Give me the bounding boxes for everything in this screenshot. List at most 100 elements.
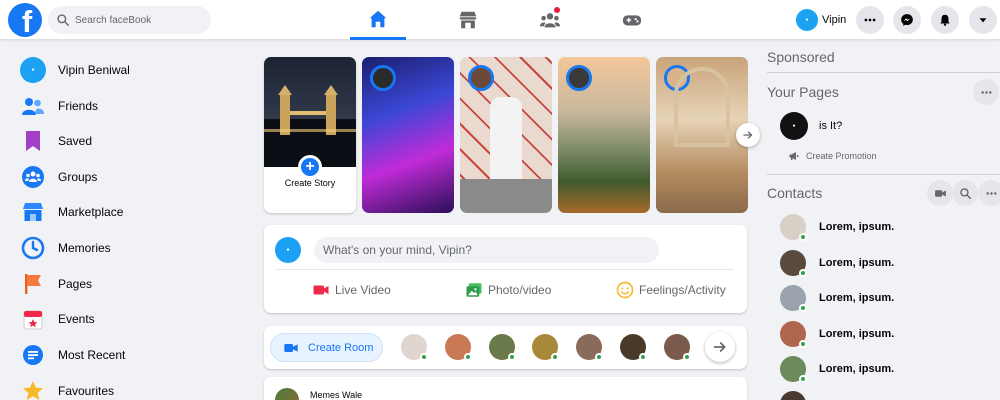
online-indicator bbox=[799, 304, 807, 312]
page-name[interactable]: is It? bbox=[819, 120, 842, 132]
story-card[interactable] bbox=[460, 57, 552, 213]
create-story-label: Create Story bbox=[284, 178, 336, 188]
search-box[interactable] bbox=[48, 6, 211, 34]
clock-icon bbox=[21, 236, 45, 260]
photo-video-button[interactable]: Photo/video bbox=[465, 279, 551, 301]
create-room-label: Create Room bbox=[308, 341, 374, 354]
profile-avatar: ● bbox=[20, 57, 46, 83]
create-room-button[interactable]: Create Room bbox=[270, 333, 383, 362]
sidebar-item-profile[interactable]: ● Vipin Beniwal bbox=[20, 55, 130, 85]
tab-marketplace[interactable] bbox=[440, 0, 496, 40]
flag-icon bbox=[25, 274, 41, 294]
sidebar-item-events[interactable]: Events bbox=[20, 304, 95, 334]
sidebar-item-groups[interactable]: Groups bbox=[20, 162, 97, 192]
contact-name: Lorem, ipsum. bbox=[819, 257, 895, 269]
sidebar-item-memories[interactable]: Memories bbox=[20, 233, 111, 263]
add-story-button[interactable]: + bbox=[298, 155, 322, 179]
room-friend-avatar[interactable] bbox=[576, 334, 603, 361]
feed-post: Memes Wale bbox=[264, 377, 747, 400]
sponsored-heading: Sponsored bbox=[767, 49, 835, 65]
room-friend-avatar[interactable] bbox=[489, 334, 516, 361]
pages-options-button[interactable] bbox=[973, 79, 999, 105]
online-indicator bbox=[799, 269, 807, 277]
contacts-options-button[interactable] bbox=[978, 180, 1000, 206]
contact-item[interactable]: Lorem, ipsum. bbox=[780, 284, 894, 312]
rooms-next-button[interactable] bbox=[705, 332, 735, 362]
sidebar-item-friends[interactable]: Friends bbox=[20, 91, 98, 121]
online-indicator bbox=[420, 353, 428, 361]
page-avatar[interactable]: ● bbox=[780, 112, 808, 140]
avatar: ● bbox=[275, 237, 301, 263]
recent-icon bbox=[23, 345, 43, 365]
more-dots-icon bbox=[864, 18, 876, 22]
story-photo bbox=[264, 57, 356, 167]
facebook-logo[interactable]: f bbox=[8, 3, 42, 37]
account-button[interactable] bbox=[969, 6, 997, 34]
story-card[interactable] bbox=[362, 57, 454, 213]
story-card[interactable] bbox=[558, 57, 650, 213]
megaphone-icon bbox=[789, 152, 799, 160]
video-camera-icon bbox=[934, 189, 946, 197]
contact-item[interactable] bbox=[780, 390, 806, 400]
create-promotion-link[interactable]: Create Promotion bbox=[788, 150, 877, 162]
status-input[interactable]: What's on your mind, Vipin? bbox=[314, 237, 659, 263]
create-promotion-label: Create Promotion bbox=[806, 151, 877, 161]
story-card[interactable] bbox=[656, 57, 748, 213]
sidebar-item-pages[interactable]: Pages bbox=[20, 269, 92, 299]
bridge-image bbox=[264, 85, 356, 167]
online-indicator bbox=[551, 353, 559, 361]
post-author[interactable]: Memes Wale bbox=[310, 390, 362, 400]
contact-item[interactable]: Lorem, ipsum. bbox=[780, 213, 894, 241]
divider bbox=[767, 72, 1000, 73]
room-friend-avatar[interactable] bbox=[532, 334, 559, 361]
room-friend-avatar[interactable] bbox=[620, 334, 647, 361]
sidebar-item-label: Saved bbox=[58, 134, 93, 148]
sidebar-item-most-recent[interactable]: Most Recent bbox=[20, 340, 125, 370]
bookmark-icon bbox=[26, 131, 40, 151]
create-story-card[interactable]: + Create Story bbox=[264, 57, 356, 213]
avatar bbox=[370, 65, 396, 91]
live-video-button[interactable]: Live Video bbox=[312, 279, 391, 301]
divider bbox=[275, 269, 734, 270]
tab-gaming[interactable] bbox=[604, 0, 660, 40]
avatar bbox=[780, 285, 807, 312]
sidebar-item-label: Memories bbox=[58, 241, 111, 255]
avatar[interactable] bbox=[275, 388, 299, 400]
notification-dot bbox=[554, 7, 560, 13]
menu-button[interactable] bbox=[856, 6, 884, 34]
online-indicator bbox=[799, 340, 807, 348]
tab-groups[interactable] bbox=[522, 0, 578, 40]
profile-chip[interactable]: ● Vipin bbox=[792, 6, 850, 34]
contact-item[interactable]: Lorem, ipsum. bbox=[780, 355, 894, 383]
avatar bbox=[780, 321, 807, 348]
friends-icon bbox=[22, 98, 44, 115]
search-input[interactable] bbox=[75, 14, 205, 26]
ground bbox=[460, 179, 552, 213]
sidebar-item-saved[interactable]: Saved bbox=[20, 126, 92, 156]
contact-item[interactable]: Lorem, ipsum. bbox=[780, 320, 894, 348]
contact-name: Lorem, ipsum. bbox=[819, 328, 895, 340]
room-friend-avatar[interactable] bbox=[401, 334, 428, 361]
contact-name: Lorem, ipsum. bbox=[819, 363, 895, 375]
room-friend-avatar[interactable] bbox=[664, 334, 691, 361]
notifications-button[interactable] bbox=[931, 6, 959, 34]
sidebar-item-label: Favourites bbox=[58, 384, 115, 398]
left-sidebar: ● Vipin Beniwal Friends Saved Groups Mar… bbox=[0, 40, 252, 400]
video-call-button[interactable] bbox=[927, 180, 953, 206]
post-composer: ● What's on your mind, Vipin? Live Video… bbox=[264, 225, 747, 313]
online-indicator bbox=[799, 375, 807, 383]
sidebar-item-label: Vipin Beniwal bbox=[58, 63, 130, 77]
video-camera-icon bbox=[284, 343, 298, 352]
arrow-right-icon bbox=[713, 342, 726, 352]
contact-item[interactable]: Lorem, ipsum. bbox=[780, 249, 894, 277]
messenger-button[interactable] bbox=[893, 6, 921, 34]
search-contacts-button[interactable] bbox=[952, 180, 978, 206]
tab-home[interactable] bbox=[350, 0, 406, 40]
online-indicator bbox=[683, 353, 691, 361]
contact-name: Lorem, ipsum. bbox=[819, 292, 895, 304]
sidebar-item-marketplace[interactable]: Marketplace bbox=[20, 197, 123, 227]
sidebar-item-favourites[interactable]: Favourites bbox=[20, 376, 114, 400]
room-friend-avatar[interactable] bbox=[445, 334, 472, 361]
home-icon bbox=[369, 10, 387, 27]
feelings-button[interactable]: Feelings/Activity bbox=[616, 279, 726, 301]
